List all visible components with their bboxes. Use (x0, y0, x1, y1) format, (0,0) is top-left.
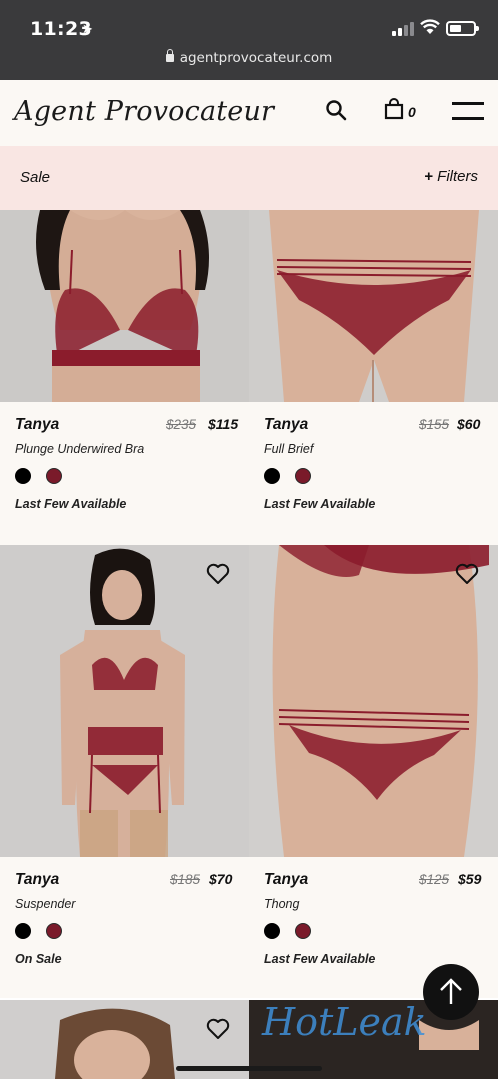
product-image[interactable] (0, 210, 249, 402)
original-price: $185 (170, 872, 201, 887)
cellular-signal-icon (392, 22, 414, 36)
availability-status: Last Few Available (264, 497, 376, 511)
sale-price: $59 (458, 871, 482, 887)
product-name[interactable]: Tanya (15, 871, 59, 889)
product-info: Tanya $155 $60 Full Brief Last Few Avail… (249, 402, 498, 545)
product-name[interactable]: Tanya (264, 416, 308, 434)
wishlist-heart-icon[interactable] (455, 563, 479, 585)
sale-price: $115 (208, 416, 239, 432)
site-header: Agent Provocateur 0 (0, 80, 498, 146)
availability-status: Last Few Available (15, 497, 127, 511)
original-price: $125 (419, 872, 450, 887)
product-description: Thong (264, 897, 300, 911)
color-swatch-black[interactable] (15, 468, 31, 484)
location-arrow-icon: ➤ (82, 21, 93, 36)
availability-status: Last Few Available (264, 952, 376, 966)
product-description: Suspender (15, 897, 76, 911)
brand-logo[interactable]: Agent Provocateur (14, 96, 274, 127)
bag-count: 0 (408, 104, 416, 120)
availability-status: On Sale (15, 952, 62, 966)
product-image[interactable] (249, 545, 498, 857)
sale-bar: Sale + Filters (0, 146, 498, 210)
address-bar[interactable]: agentprovocateur.com (0, 49, 498, 66)
status-bar: 11:23 ➤ agentprovocateur.com (0, 0, 498, 80)
color-swatch-black[interactable] (15, 923, 31, 939)
product-info: Tanya $185 $70 Suspender On Sale (0, 857, 249, 998)
color-swatch-red[interactable] (46, 468, 62, 484)
product-card[interactable]: Tanya $235 $115 Plunge Underwired Bra La… (0, 210, 249, 545)
color-swatch-black[interactable] (264, 923, 280, 939)
search-icon[interactable] (325, 99, 347, 121)
product-image[interactable] (249, 210, 498, 402)
color-swatch-red[interactable] (46, 923, 62, 939)
original-price: $155 (419, 417, 450, 432)
watermark-text: HotLeak (262, 1000, 427, 1044)
product-card[interactable]: Tanya $155 $60 Full Brief Last Few Avail… (249, 210, 498, 545)
color-swatch-red[interactable] (295, 923, 311, 939)
product-card[interactable]: Tanya $125 $59 Thong Last Few Available (249, 545, 498, 998)
plus-icon: + (424, 168, 434, 185)
product-info: Tanya $235 $115 Plunge Underwired Bra La… (0, 402, 249, 545)
product-description: Plunge Underwired Bra (15, 442, 145, 456)
wifi-icon (420, 19, 440, 34)
color-swatch-black[interactable] (264, 468, 280, 484)
product-image[interactable] (0, 545, 249, 857)
original-price: $235 (166, 417, 197, 432)
sale-price: $60 (457, 416, 481, 432)
product-description: Full Brief (264, 442, 314, 456)
arrow-up-icon (440, 978, 462, 1004)
color-swatch-red[interactable] (295, 468, 311, 484)
product-card[interactable]: Tanya $185 $70 Suspender On Sale (0, 545, 249, 998)
url-text: agentprovocateur.com (179, 50, 333, 66)
category-title: Sale (20, 169, 51, 186)
sale-price: $70 (209, 871, 233, 887)
filters-button[interactable]: + Filters (424, 168, 478, 185)
filters-label: Filters (437, 168, 478, 185)
lock-icon (165, 49, 174, 62)
product-name[interactable]: Tanya (264, 871, 308, 889)
scroll-to-top-button[interactable] (423, 964, 479, 1020)
shopping-bag-icon[interactable] (384, 98, 404, 120)
wishlist-heart-icon[interactable] (206, 563, 230, 585)
battery-icon (446, 21, 479, 36)
wishlist-heart-icon[interactable] (206, 1018, 230, 1040)
product-name[interactable]: Tanya (15, 416, 59, 434)
hamburger-menu-icon[interactable] (452, 102, 484, 120)
home-indicator[interactable] (176, 1066, 322, 1071)
